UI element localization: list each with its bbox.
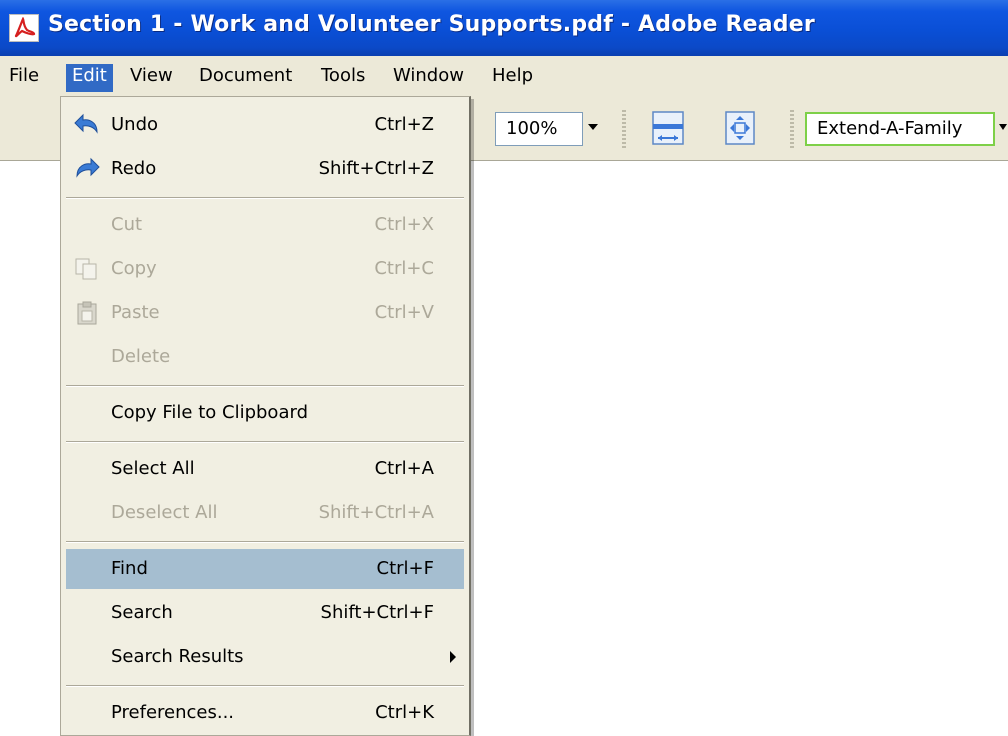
menu-item-find[interactable]: Find Ctrl+F xyxy=(66,549,464,589)
menu-item-label: Select All xyxy=(111,458,195,479)
adobe-reader-icon[interactable] xyxy=(9,14,39,42)
menu-separator xyxy=(66,441,464,443)
toolbar-grip-2[interactable] xyxy=(790,110,794,148)
search-dropdown-arrow-icon[interactable] xyxy=(999,124,1007,130)
menu-separator xyxy=(66,685,464,687)
menu-separator xyxy=(66,541,464,543)
menu-item-redo[interactable]: Redo Shift+Ctrl+Z xyxy=(66,149,464,189)
menu-edit[interactable]: Edit xyxy=(66,64,113,92)
menu-item-search-results[interactable]: Search Results xyxy=(66,637,464,677)
menu-item-shortcut: Ctrl+Z xyxy=(374,114,434,135)
menu-item-deselect-all[interactable]: Deselect All Shift+Ctrl+A xyxy=(66,493,464,533)
menu-item-copy-file-to-clipboard[interactable]: Copy File to Clipboard xyxy=(66,393,464,433)
menu-separator xyxy=(66,197,464,199)
menu-item-label: Preferences... xyxy=(111,702,235,723)
menu-bar: File Edit View Document Tools Window Hel… xyxy=(0,56,1008,96)
menu-item-shortcut: Shift+Ctrl+F xyxy=(320,602,434,623)
menu-item-label: Cut xyxy=(111,214,143,235)
undo-icon xyxy=(73,112,101,138)
paste-icon xyxy=(73,300,101,326)
menu-item-undo[interactable]: Undo Ctrl+Z xyxy=(66,105,464,145)
toolbar-grip[interactable] xyxy=(622,110,626,148)
fit-page-icon[interactable] xyxy=(722,110,758,146)
zoom-level-input[interactable]: 100% xyxy=(495,112,583,146)
menu-item-shortcut: Ctrl+X xyxy=(374,214,434,235)
copy-icon xyxy=(73,256,101,282)
menu-item-shortcut: Ctrl+F xyxy=(376,558,434,579)
menu-document[interactable]: Document xyxy=(193,64,298,92)
menu-item-label: Undo xyxy=(111,114,159,135)
edit-menu-dropdown: Undo Ctrl+Z Redo Shift+Ctrl+Z Cut Ctrl+X… xyxy=(60,96,471,736)
menu-item-label: Redo xyxy=(111,158,157,179)
menu-window[interactable]: Window xyxy=(387,64,470,92)
menu-tools[interactable]: Tools xyxy=(315,64,371,92)
menu-item-label: Find xyxy=(111,558,148,579)
fit-width-icon[interactable] xyxy=(650,110,686,146)
menu-item-label: Paste xyxy=(111,302,160,323)
menu-item-label: Copy xyxy=(111,258,157,279)
menu-item-label: Search xyxy=(111,602,173,623)
menu-item-shortcut: Ctrl+K xyxy=(375,702,434,723)
redo-icon xyxy=(73,156,101,182)
menu-item-paste[interactable]: Paste Ctrl+V xyxy=(66,293,464,333)
menu-item-select-all[interactable]: Select All Ctrl+A xyxy=(66,449,464,489)
submenu-arrow-icon xyxy=(450,651,456,663)
menu-item-cut[interactable]: Cut Ctrl+X xyxy=(66,205,464,245)
menu-item-search[interactable]: Search Shift+Ctrl+F xyxy=(66,593,464,633)
menu-item-copy[interactable]: Copy Ctrl+C xyxy=(66,249,464,289)
menu-item-shortcut: Ctrl+C xyxy=(374,258,434,279)
menu-separator xyxy=(66,385,464,387)
menu-item-shortcut: Ctrl+A xyxy=(374,458,434,479)
menu-item-shortcut: Shift+Ctrl+Z xyxy=(318,158,434,179)
menu-item-label: Copy File to Clipboard xyxy=(111,402,308,423)
menu-view[interactable]: View xyxy=(124,64,179,92)
menu-file[interactable]: File xyxy=(3,64,45,92)
menu-item-label: Deselect All xyxy=(111,502,218,523)
menu-help[interactable]: Help xyxy=(486,64,539,92)
search-input[interactable]: Extend-A-Family xyxy=(805,112,995,146)
zoom-dropdown-arrow-icon[interactable] xyxy=(588,124,598,130)
window-title: Section 1 - Work and Volunteer Supports.… xyxy=(48,12,815,37)
menu-item-label: Search Results xyxy=(111,646,244,667)
menu-item-shortcut: Ctrl+V xyxy=(374,302,434,323)
menu-item-preferences[interactable]: Preferences... Ctrl+K xyxy=(66,693,464,733)
title-bar[interactable]: Section 1 - Work and Volunteer Supports.… xyxy=(0,0,1008,56)
menu-item-shortcut: Shift+Ctrl+A xyxy=(318,502,434,523)
menu-item-delete[interactable]: Delete xyxy=(66,337,464,377)
menu-item-label: Delete xyxy=(111,346,171,367)
